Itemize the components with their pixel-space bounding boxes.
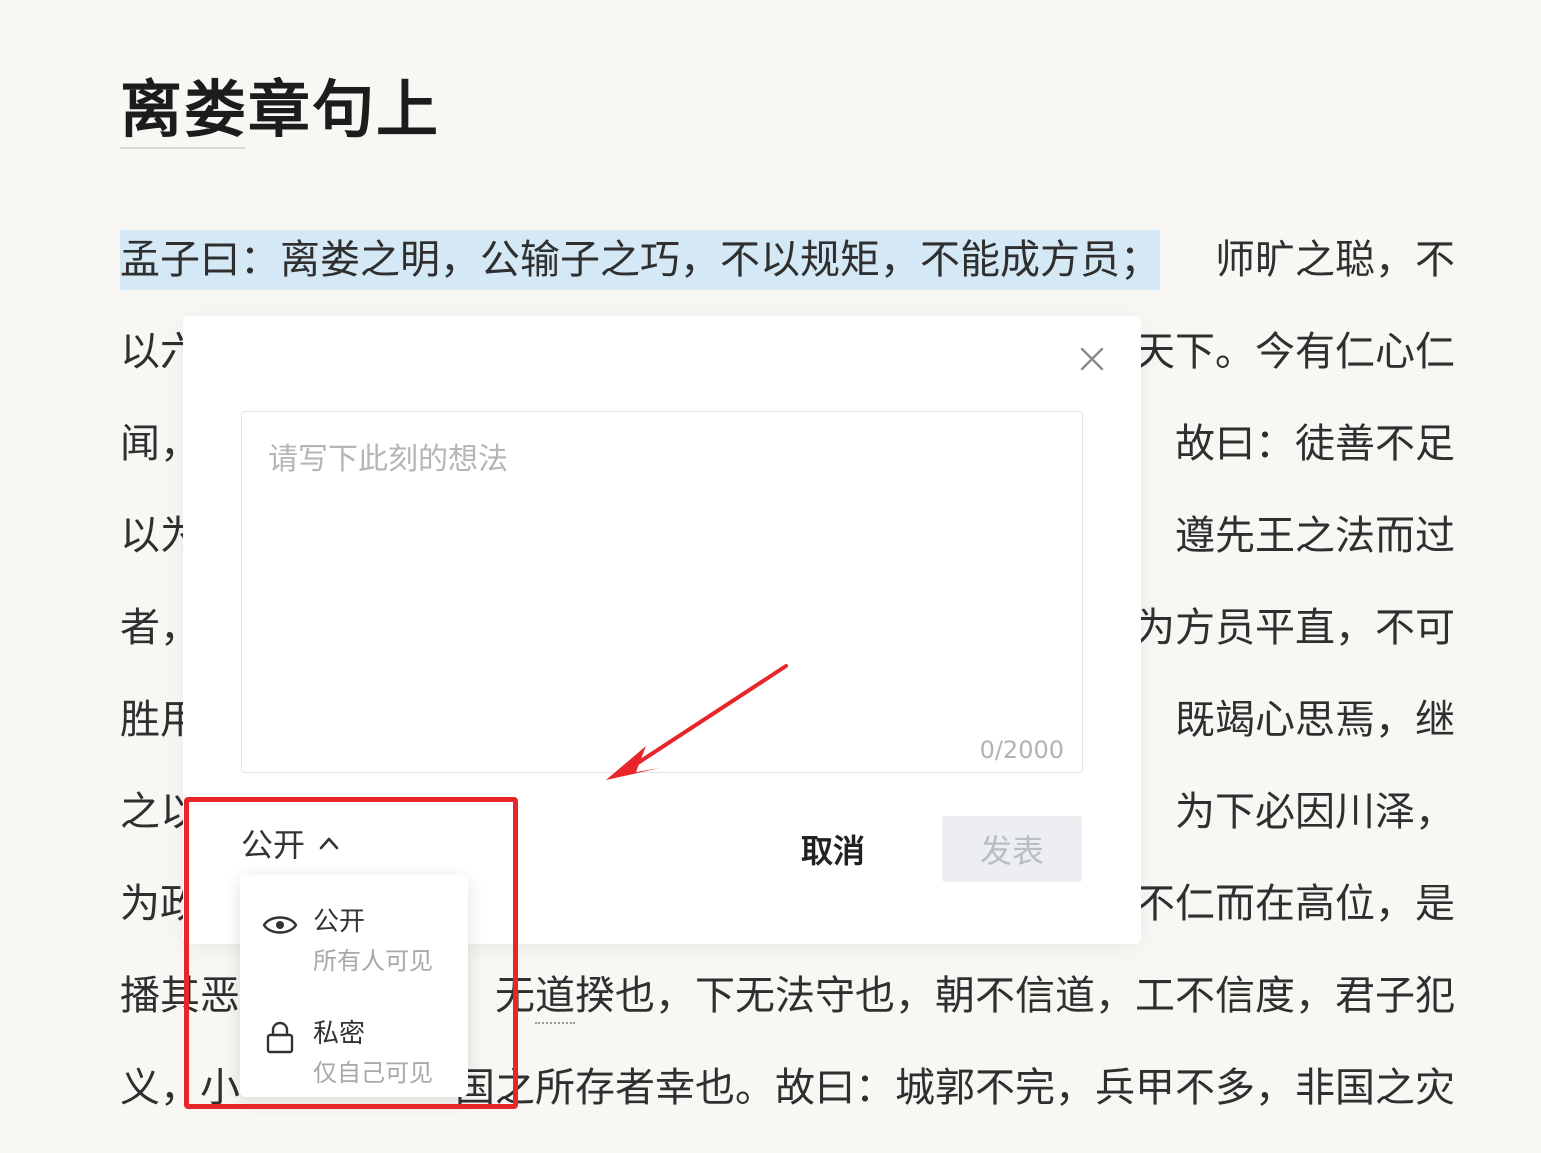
text-line-right: 天下。今有仁心仁 (1135, 329, 1455, 375)
selected-text[interactable]: 孟子曰：离娄之明，公输子之巧，不以规矩，不能成方员； (120, 230, 1160, 290)
title-underline (120, 147, 245, 149)
comment-input[interactable] (242, 412, 1082, 772)
comment-dialog: 0/2000 公开 取消 发表 (183, 316, 1141, 944)
annotation-dotted-underline (535, 1022, 575, 1024)
visibility-toggle[interactable]: 公开 (241, 821, 339, 865)
comment-input-box: 0/2000 (241, 411, 1083, 773)
option-title: 私密 (313, 1019, 366, 1049)
publish-button[interactable]: 发表 (942, 816, 1082, 882)
chevron-up-icon (319, 837, 339, 850)
visibility-dropdown: 公开 所有人可见 私密 仅自己可见 (240, 875, 468, 1097)
visibility-option-public[interactable]: 公开 所有人可见 (240, 883, 468, 983)
text-line-right: 遵先王之法而过 (1175, 513, 1455, 559)
eye-icon (262, 916, 298, 934)
text-line-right: 无道揆也，下无法守也，朝不信道，工不信度，君子犯 (495, 973, 1455, 1019)
close-button[interactable] (1073, 340, 1111, 378)
text-line-right: 既竭心思焉，继 (1175, 697, 1455, 743)
text-line-right: 国之所存者幸也。故曰：城郭不完，兵甲不多，非国之灾 (455, 1065, 1455, 1111)
text-line-right: 不仁而在高位，是 (1135, 881, 1455, 927)
text-line-right: 师旷之聪，不 (1215, 237, 1455, 283)
option-description: 所有人可见 (313, 947, 433, 975)
char-count: 0/2000 (979, 736, 1064, 764)
text-line-left: 播其恶 (120, 973, 240, 1019)
visibility-label: 公开 (241, 826, 306, 864)
text-line-1: 孟子曰：离娄之明，公输子之巧，不以规矩，不能成方员； 师旷之聪，不 (120, 230, 1455, 290)
option-title: 公开 (313, 907, 366, 937)
text-line-right: 为方员平直，不可 (1135, 605, 1455, 651)
cancel-button[interactable]: 取消 (763, 821, 903, 877)
lock-icon (266, 1021, 294, 1054)
close-icon (1080, 347, 1104, 371)
visibility-option-private[interactable]: 私密 仅自己可见 (240, 995, 468, 1095)
text-line-right: 为下必因川泽， (1175, 789, 1455, 835)
chapter-title: 离娄章句上 (120, 73, 441, 146)
text-line-left: 义，小 (120, 1065, 240, 1111)
text-line-right: 故曰：徒善不足 (1175, 421, 1455, 467)
option-description: 仅自己可见 (313, 1059, 433, 1087)
